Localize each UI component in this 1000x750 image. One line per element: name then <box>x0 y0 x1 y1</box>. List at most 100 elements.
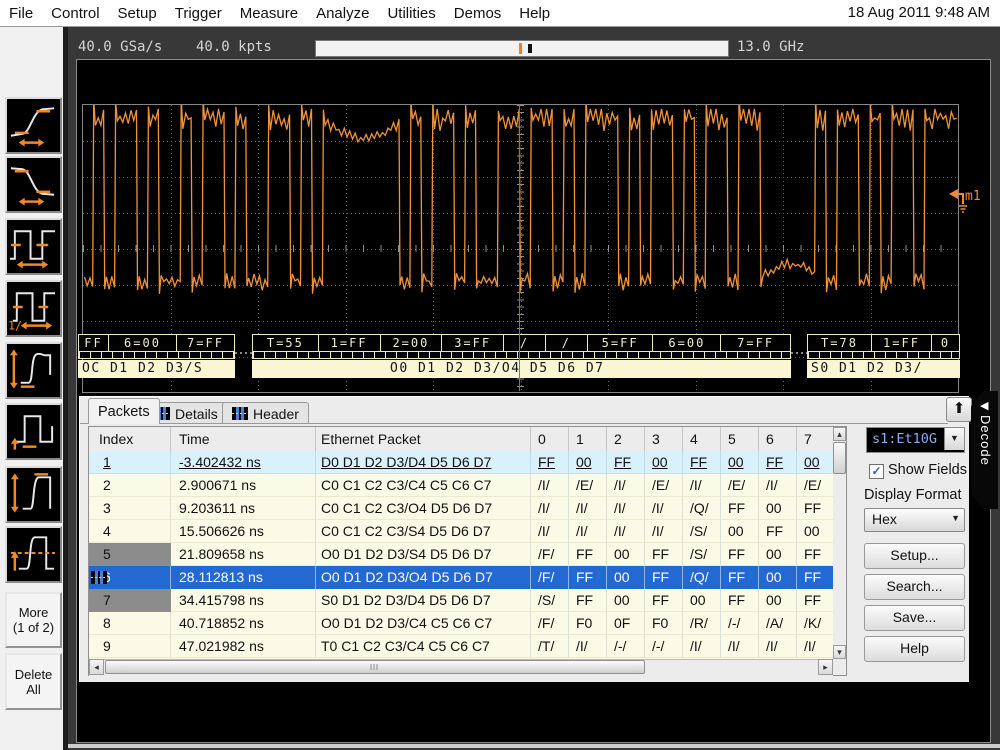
time-cell[interactable]: 34.415798 ns <box>171 589 316 612</box>
byte-cell[interactable]: 00 <box>721 451 759 474</box>
col-header-index[interactable]: Index <box>89 427 171 451</box>
packet-cell[interactable]: O0 D1 D2 D3/O4 D5 D6 D7 <box>316 566 531 589</box>
byte-cell[interactable]: /-/ <box>645 635 683 658</box>
index-cell[interactable]: 8 <box>89 612 171 635</box>
col-header-7[interactable]: 7 <box>797 427 835 451</box>
amplitude-button[interactable] <box>5 466 62 523</box>
timebase-position-bar[interactable] <box>315 40 729 57</box>
byte-cell[interactable]: 00 <box>759 589 797 612</box>
packet-cell[interactable]: O0 D1 D2 D3/S4 D5 D6 D7 <box>316 543 531 566</box>
byte-cell[interactable]: FF <box>645 543 683 566</box>
decode-source-dropdown[interactable]: s1:Et10G ▼ <box>866 427 965 453</box>
pulse-width-button[interactable] <box>5 218 62 275</box>
byte-cell[interactable]: 00 <box>683 589 721 612</box>
byte-cell[interactable]: FF <box>645 566 683 589</box>
index-cell[interactable]: 4 <box>89 520 171 543</box>
byte-cell[interactable]: /I/ <box>569 497 607 520</box>
scroll-left-button[interactable]: ◂ <box>89 659 104 675</box>
byte-cell[interactable]: /E/ <box>569 474 607 497</box>
table-row-5[interactable]: 521.809658 nsO0 D1 D2 D3/S4 D5 D6 D7/F/F… <box>89 543 846 566</box>
rise-time-button[interactable] <box>5 97 62 154</box>
scroll-up-button[interactable]: ▴ <box>833 427 846 441</box>
tab-header[interactable]: Header <box>222 402 309 424</box>
time-cell[interactable]: 9.203611 ns <box>171 497 316 520</box>
average-button[interactable] <box>5 526 62 583</box>
table-row-4[interactable]: 415.506626 nsC0 C1 C2 C3/S4 D5 D6 D7/I//… <box>89 520 846 543</box>
byte-cell[interactable]: FF <box>569 543 607 566</box>
byte-cell[interactable]: FF <box>607 451 645 474</box>
index-cell[interactable]: 2 <box>89 474 171 497</box>
menu-help[interactable]: Help <box>510 2 559 25</box>
byte-cell[interactable]: /Q/ <box>683 566 721 589</box>
byte-cell[interactable]: /E/ <box>645 474 683 497</box>
byte-cell[interactable]: /F/ <box>531 612 569 635</box>
h-scroll-thumb[interactable] <box>105 660 645 674</box>
byte-cell[interactable]: /S/ <box>683 520 721 543</box>
index-cell[interactable]: 1 <box>89 451 171 474</box>
col-header-0[interactable]: 0 <box>531 427 569 451</box>
packet-cell[interactable]: S0 D1 D2 D3/D4 D5 D6 D7 <box>316 589 531 612</box>
byte-cell[interactable]: /I/ <box>607 520 645 543</box>
table-row-8[interactable]: 840.718852 nsO0 D1 D2 D3/C4 C5 C6 C7/F/F… <box>89 612 846 635</box>
frequency-button[interactable]: 1/ <box>5 280 62 337</box>
table-row-1[interactable]: 1-3.402432 nsD0 D1 D2 D3/D4 D5 D6 D7FF00… <box>89 451 846 474</box>
byte-cell[interactable]: FF <box>797 497 835 520</box>
index-cell[interactable]: 3 <box>89 497 171 520</box>
byte-cell[interactable]: /I/ <box>721 635 759 658</box>
col-header-ethernet-packet[interactable]: Ethernet Packet <box>316 427 531 451</box>
delete-all-button[interactable]: Delete All <box>5 653 62 710</box>
minimize-panel-button[interactable]: ⬆ <box>946 397 972 422</box>
byte-cell[interactable]: /E/ <box>721 474 759 497</box>
menu-demos[interactable]: Demos <box>445 2 511 25</box>
byte-cell[interactable]: FF <box>683 451 721 474</box>
byte-cell[interactable]: /I/ <box>759 474 797 497</box>
byte-cell[interactable]: FF <box>797 566 835 589</box>
byte-cell[interactable]: /K/ <box>797 612 835 635</box>
time-cell[interactable]: 15.506626 ns <box>171 520 316 543</box>
time-cell[interactable]: 47.021982 ns <box>171 635 316 658</box>
menu-control[interactable]: Control <box>42 2 108 25</box>
show-fields-checkbox[interactable]: ✓ <box>869 464 884 479</box>
byte-cell[interactable]: 00 <box>759 543 797 566</box>
overshoot-button[interactable] <box>5 342 62 399</box>
preshoot-button[interactable] <box>5 403 62 460</box>
byte-cell[interactable]: FF <box>721 589 759 612</box>
byte-cell[interactable]: FF <box>645 589 683 612</box>
index-cell[interactable]: 7 <box>89 589 171 612</box>
menu-setup[interactable]: Setup <box>109 2 166 25</box>
byte-cell[interactable]: 00 <box>759 497 797 520</box>
time-cell[interactable]: 40.718852 ns <box>171 612 316 635</box>
help-button[interactable]: Help <box>864 636 965 662</box>
byte-cell[interactable]: 00 <box>569 451 607 474</box>
col-header-1[interactable]: 1 <box>569 427 607 451</box>
byte-cell[interactable]: /I/ <box>607 497 645 520</box>
byte-cell[interactable]: 00 <box>797 451 835 474</box>
byte-cell[interactable]: /I/ <box>645 497 683 520</box>
byte-cell[interactable]: F0 <box>645 612 683 635</box>
byte-cell[interactable]: /R/ <box>683 612 721 635</box>
byte-cell[interactable]: FF <box>721 566 759 589</box>
display-format-dropdown[interactable]: Hex ▼ <box>864 508 965 532</box>
time-cell[interactable]: 21.809658 ns <box>171 543 316 566</box>
byte-cell[interactable]: 00 <box>645 451 683 474</box>
col-header-2[interactable]: 2 <box>607 427 645 451</box>
byte-cell[interactable]: 00 <box>607 543 645 566</box>
byte-cell[interactable]: FF <box>759 451 797 474</box>
menu-analyze[interactable]: Analyze <box>307 2 378 25</box>
setup-button[interactable]: Setup... <box>864 543 965 569</box>
v-scroll-thumb[interactable] <box>833 442 846 474</box>
byte-cell[interactable]: /-/ <box>721 612 759 635</box>
byte-cell[interactable]: FF <box>531 451 569 474</box>
time-cell[interactable]: 28.112813 ns <box>171 566 316 589</box>
table-row-3[interactable]: 39.203611 nsC0 C1 C2 C3/O4 D5 D6 D7/I//I… <box>89 497 846 520</box>
packet-cell[interactable]: C0 C1 C2 C3/O4 D5 D6 D7 <box>316 497 531 520</box>
byte-cell[interactable]: /E/ <box>797 474 835 497</box>
byte-cell[interactable]: /T/ <box>531 635 569 658</box>
byte-cell[interactable]: FF <box>797 543 835 566</box>
byte-cell[interactable]: /A/ <box>759 612 797 635</box>
menu-measure[interactable]: Measure <box>231 2 307 25</box>
byte-cell[interactable]: /-/ <box>607 635 645 658</box>
byte-cell[interactable]: F0 <box>569 612 607 635</box>
byte-cell[interactable]: /F/ <box>531 543 569 566</box>
decode-side-tab[interactable]: ◀ Decode <box>971 391 998 509</box>
